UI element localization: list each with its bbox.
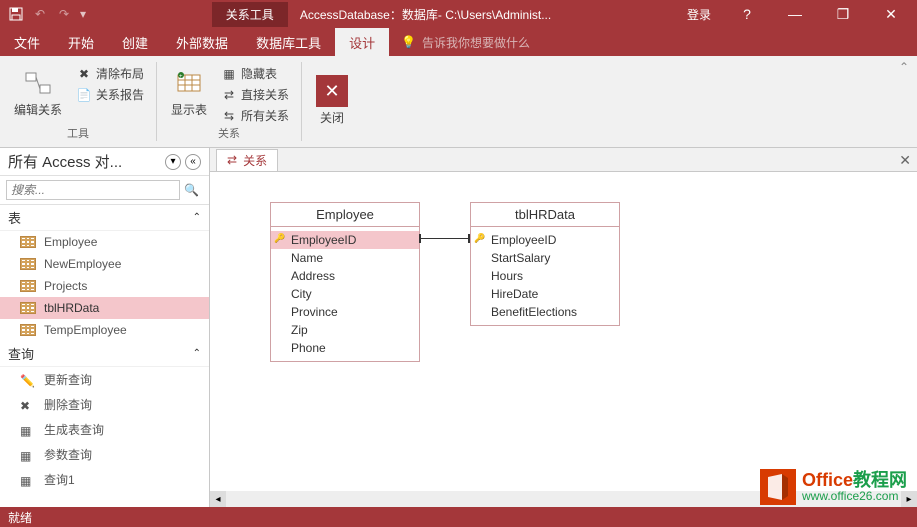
field-employee-id[interactable]: EmployeeID	[271, 231, 419, 249]
entity-tblhrdata[interactable]: tblHRData EmployeeID StartSalary Hours H…	[470, 202, 620, 326]
doc-tab-relationships[interactable]: ⇄ 关系	[216, 149, 278, 171]
relationship-report-button[interactable]: 📄关系报告	[72, 85, 148, 104]
undo-icon[interactable]: ↶	[32, 6, 48, 22]
nav-section-tables[interactable]: 表⌃	[0, 205, 209, 231]
all-relationships-button[interactable]: ⇆所有关系	[217, 106, 293, 125]
tab-database-tools[interactable]: 数据库工具	[242, 28, 335, 56]
table-icon	[20, 280, 36, 292]
field-employee-city[interactable]: City	[271, 285, 419, 303]
field-employee-address[interactable]: Address	[271, 267, 419, 285]
delete-query-icon: ✖	[20, 399, 36, 411]
close-icon: ✕	[316, 75, 348, 107]
close-design-label: 关闭	[320, 109, 344, 126]
nav-dropdown-icon[interactable]: ▾	[165, 154, 181, 170]
group-relationships-label: 关系	[218, 125, 240, 143]
relationships-tab-icon: ⇄	[227, 153, 237, 167]
save-icon[interactable]	[8, 6, 24, 22]
direct-relationships-button[interactable]: ⇄直接关系	[217, 85, 293, 104]
lightbulb-icon: 💡	[401, 35, 416, 49]
collapse-ribbon-icon[interactable]: ⌃	[891, 56, 917, 147]
relationships-canvas[interactable]: Employee EmployeeID Name Address City Pr…	[210, 172, 917, 507]
group-tools-label: 工具	[67, 125, 89, 143]
field-employee-zip[interactable]: Zip	[271, 321, 419, 339]
nav-query-query1[interactable]: ▦查询1	[0, 467, 209, 492]
office-logo-icon	[760, 469, 796, 505]
collapse-section-icon[interactable]: ⌃	[193, 212, 201, 223]
field-hrdata-hiredate[interactable]: HireDate	[471, 285, 619, 303]
collapse-section-icon[interactable]: ⌃	[193, 348, 201, 359]
field-hrdata-benefits[interactable]: BenefitElections	[471, 303, 619, 321]
field-employee-phone[interactable]: Phone	[271, 339, 419, 357]
nav-query-update[interactable]: ✏️更新查询	[0, 367, 209, 392]
window-title: AccessDatabase：数据库- C:\Users\Administ...	[300, 6, 551, 23]
nav-pane-title[interactable]: 所有 Access 对...	[8, 151, 161, 172]
field-hrdata-hours[interactable]: Hours	[471, 267, 619, 285]
navigation-pane: 所有 Access 对... ▾ « 🔍 表⌃ Employee NewEmpl…	[0, 148, 210, 507]
contextual-tab-label: 关系工具	[212, 2, 288, 27]
close-design-button[interactable]: ✕ 关闭	[310, 60, 354, 141]
relationship-end-left	[419, 234, 421, 243]
relationship-end-right	[468, 234, 470, 243]
show-table-label: 显示表	[171, 101, 207, 118]
field-hrdata-startsalary[interactable]: StartSalary	[471, 249, 619, 267]
nav-query-parameter[interactable]: ▦参数查询	[0, 442, 209, 467]
tab-external-data[interactable]: 外部数据	[162, 28, 242, 56]
nav-section-queries[interactable]: 查询⌃	[0, 341, 209, 367]
minimize-button[interactable]: —	[773, 0, 817, 28]
search-icon[interactable]: 🔍	[180, 183, 203, 197]
direct-rel-icon: ⇄	[221, 87, 237, 103]
close-button[interactable]: ✕	[869, 0, 913, 28]
hide-table-icon: ▦	[221, 66, 237, 82]
nav-table-newemployee[interactable]: NewEmployee	[0, 253, 209, 275]
watermark: Office教程网 www.office26.com	[760, 469, 907, 505]
nav-query-delete[interactable]: ✖删除查询	[0, 392, 209, 417]
nav-query-maketable[interactable]: ▦生成表查询	[0, 417, 209, 442]
tab-design[interactable]: 设计	[335, 28, 389, 56]
nav-table-tempemployee[interactable]: TempEmployee	[0, 319, 209, 341]
scroll-left-button[interactable]: ◂	[210, 491, 226, 507]
relationship-line[interactable]	[420, 238, 470, 239]
entity-employee-title: Employee	[271, 203, 419, 227]
nav-table-employee[interactable]: Employee	[0, 231, 209, 253]
field-employee-name[interactable]: Name	[271, 249, 419, 267]
nav-search-input[interactable]	[6, 180, 180, 200]
clear-icon: ✖	[76, 66, 92, 82]
table-icon	[20, 324, 36, 336]
table-icon	[20, 236, 36, 248]
select-query-icon: ▦	[20, 474, 36, 486]
status-text: 就绪	[8, 509, 32, 526]
tell-me-search[interactable]: 💡 告诉我你想要做什么	[389, 34, 530, 51]
edit-relationships-label: 编辑关系	[14, 101, 62, 118]
entity-employee[interactable]: Employee EmployeeID Name Address City Pr…	[270, 202, 420, 362]
nav-collapse-icon[interactable]: «	[185, 154, 201, 170]
close-tab-icon[interactable]: ✕	[899, 152, 911, 169]
tab-create[interactable]: 创建	[108, 28, 162, 56]
edit-relationships-button[interactable]: 编辑关系	[8, 60, 68, 125]
redo-icon[interactable]: ↷	[56, 6, 72, 22]
field-hrdata-employeeid[interactable]: EmployeeID	[471, 231, 619, 249]
param-query-icon: ▦	[20, 449, 36, 461]
maketable-query-icon: ▦	[20, 424, 36, 436]
table-icon	[20, 258, 36, 270]
show-table-button[interactable]: + 显示表	[165, 60, 213, 125]
tell-me-placeholder: 告诉我你想要做什么	[422, 34, 530, 51]
table-icon	[20, 302, 36, 314]
help-button[interactable]: ?	[725, 0, 769, 28]
update-query-icon: ✏️	[20, 374, 36, 386]
doc-tab-label: 关系	[243, 152, 267, 169]
field-employee-province[interactable]: Province	[271, 303, 419, 321]
nav-table-tblhrdata[interactable]: tblHRData	[0, 297, 209, 319]
qat-dropdown-icon[interactable]: ▾	[80, 7, 86, 21]
login-link[interactable]: 登录	[677, 6, 721, 23]
nav-table-projects[interactable]: Projects	[0, 275, 209, 297]
tab-home[interactable]: 开始	[54, 28, 108, 56]
hide-table-button[interactable]: ▦隐藏表	[217, 64, 293, 83]
report-icon: 📄	[76, 87, 92, 103]
clear-layout-button[interactable]: ✖清除布局	[72, 64, 148, 83]
entity-hrdata-title: tblHRData	[471, 203, 619, 227]
restore-button[interactable]: ❐	[821, 0, 865, 28]
tab-file[interactable]: 文件	[0, 28, 54, 56]
all-rel-icon: ⇆	[221, 108, 237, 124]
svg-text:+: +	[179, 74, 183, 80]
